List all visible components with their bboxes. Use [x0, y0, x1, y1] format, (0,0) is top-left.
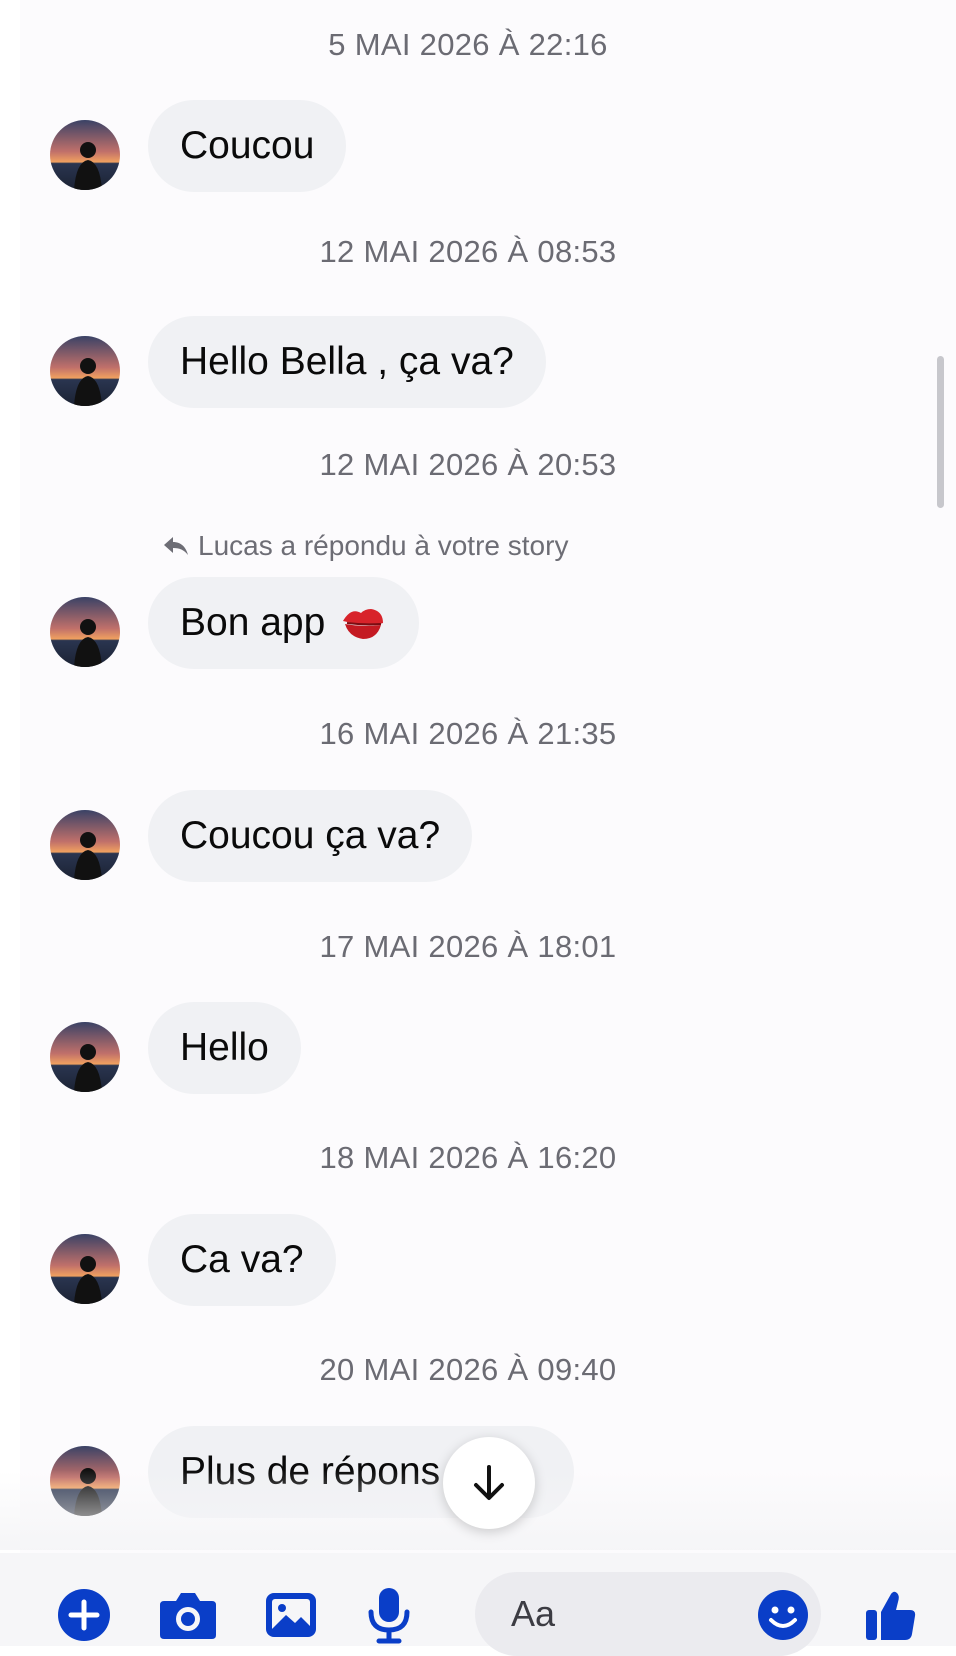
message-bubble[interactable]: Hello — [148, 1002, 301, 1094]
camera-icon — [160, 1593, 216, 1639]
avatar[interactable] — [50, 120, 120, 190]
add-button[interactable] — [56, 1585, 112, 1645]
message-text: Hello — [180, 1026, 269, 1069]
message-timestamp: 12 MAI 2026 À 20:53 — [319, 447, 617, 482]
emoji-icon — [758, 1590, 808, 1640]
gallery-button[interactable] — [262, 1585, 320, 1645]
avatar[interactable] — [50, 1234, 120, 1304]
scrollbar[interactable] — [937, 356, 944, 508]
reply-note-text: Lucas a répondu à votre story — [198, 530, 569, 561]
thumbs-up-icon — [866, 1591, 916, 1640]
avatar[interactable] — [50, 1022, 120, 1092]
message-bubble[interactable]: Ca va? — [148, 1214, 336, 1306]
message-bubble[interactable]: Hello Bella , ça va? — [148, 316, 546, 408]
plus-icon — [58, 1589, 110, 1641]
message-text: Coucou ça va? — [180, 814, 441, 857]
message-timestamp: 5 MAI 2026 À 22:16 — [328, 27, 608, 62]
microphone-icon — [368, 1588, 410, 1644]
like-button[interactable] — [862, 1585, 920, 1645]
kiss-mark-emoji — [339, 603, 387, 643]
message-text: Hello Bella , ça va? — [180, 340, 514, 383]
reply-arrow-icon — [164, 537, 188, 555]
message-timestamp: 18 MAI 2026 À 16:20 — [319, 1140, 617, 1175]
message-text: Coucou — [180, 124, 315, 167]
message-timestamp: 20 MAI 2026 À 09:40 — [319, 1352, 617, 1387]
message-bubble[interactable]: Coucou ça va? — [148, 790, 473, 882]
message-timestamp: 17 MAI 2026 À 18:01 — [319, 929, 617, 964]
camera-button[interactable] — [157, 1585, 219, 1645]
message-bubble[interactable]: Coucou — [148, 100, 347, 192]
message-timestamp: 12 MAI 2026 À 08:53 — [319, 234, 617, 269]
avatar[interactable] — [50, 810, 120, 880]
message-bubble[interactable]: Bon app — [148, 577, 420, 669]
message-text: Bon app — [180, 601, 326, 644]
avatar[interactable] — [50, 336, 120, 406]
arrow-down-icon — [474, 1465, 504, 1500]
avatar[interactable] — [50, 597, 120, 667]
scroll-to-bottom-button[interactable] — [443, 1437, 535, 1529]
message-timestamp: 16 MAI 2026 À 21:35 — [319, 716, 617, 751]
emoji-button[interactable] — [755, 1585, 811, 1645]
image-icon — [266, 1593, 316, 1637]
message-text: Ca va? — [180, 1238, 304, 1281]
message-input-placeholder: Aa — [511, 1593, 556, 1634]
voice-button[interactable] — [364, 1585, 414, 1645]
story-reply-note: Lucas a répondu à votre story — [162, 528, 568, 564]
